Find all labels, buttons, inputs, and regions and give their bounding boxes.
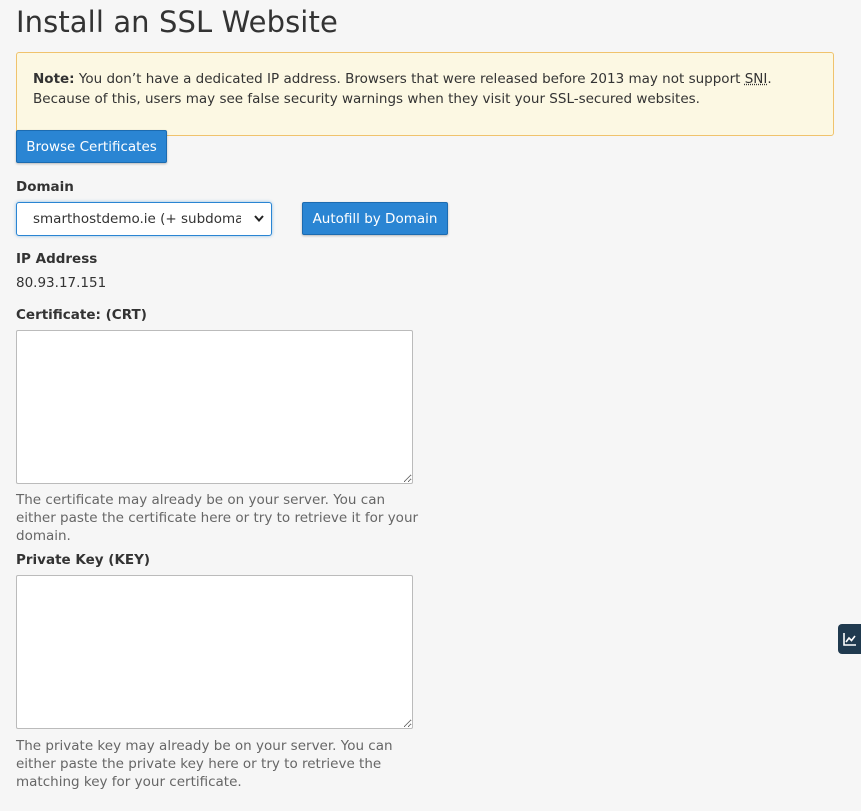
chevron-down-icon (254, 215, 264, 223)
sni-warning-alert: Note: You don’t have a dedicated IP addr… (16, 52, 834, 136)
autofill-by-domain-button[interactable]: Autofill by Domain (302, 202, 448, 235)
private-key-textarea[interactable] (16, 575, 413, 729)
sni-abbreviation: SNI (744, 71, 768, 87)
alert-text-before: You don’t have a dedicated IP address. B… (74, 71, 745, 87)
certificate-label: Certificate: (CRT) (16, 307, 147, 323)
side-analytics-tab[interactable] (838, 624, 861, 654)
ip-address-value: 80.93.17.151 (16, 275, 107, 291)
private-key-label: Private Key (KEY) (16, 552, 151, 568)
domain-select[interactable]: smarthostdemo.ie (+ subdomains) (16, 202, 272, 236)
certificate-help-text: The certificate may already be on your s… (16, 492, 419, 544)
browse-certificates-button[interactable]: Browse Certificates (16, 130, 167, 163)
private-key-help-text: The private key may already be on your s… (16, 738, 393, 790)
ip-address-label: IP Address (16, 251, 98, 267)
alert-label: Note: (33, 71, 75, 87)
chart-line-icon (843, 633, 856, 646)
domain-select-value: smarthostdemo.ie (+ subdomains) (33, 211, 241, 227)
page-title: Install an SSL Website (16, 5, 338, 39)
domain-label: Domain (16, 179, 74, 195)
certificate-textarea[interactable] (16, 330, 413, 484)
